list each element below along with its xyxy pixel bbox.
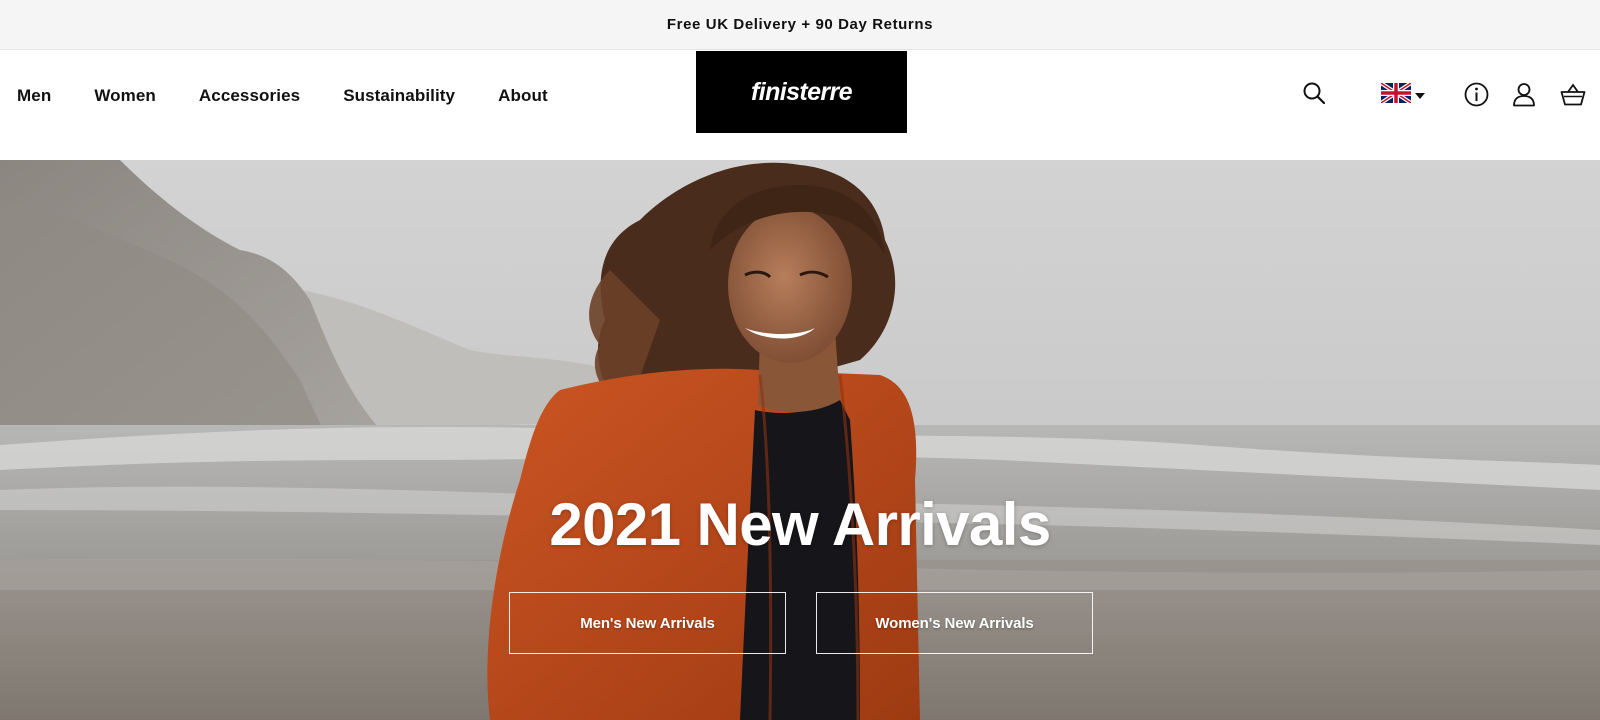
basket-icon[interactable] xyxy=(1560,82,1586,107)
site-header: Men Women Accessories Sustainability Abo… xyxy=(0,50,1600,160)
hero-image xyxy=(0,160,1600,720)
mens-new-arrivals-button[interactable]: Men's New Arrivals xyxy=(509,592,786,654)
search-icon[interactable] xyxy=(1302,81,1326,105)
caret-down-icon xyxy=(1415,87,1425,105)
uk-flag-icon xyxy=(1379,81,1413,108)
womens-new-arrivals-label: Women's New Arrivals xyxy=(875,614,1034,632)
announcement-text: Free UK Delivery + 90 Day Returns xyxy=(666,16,934,33)
account-icon[interactable] xyxy=(1512,82,1536,107)
nav-item-about[interactable]: About xyxy=(498,86,548,106)
logo-text: finisterre xyxy=(751,77,853,106)
womens-new-arrivals-button[interactable]: Women's New Arrivals xyxy=(816,592,1093,654)
country-selector[interactable] xyxy=(1379,81,1425,108)
main-nav: Men Women Accessories Sustainability Abo… xyxy=(17,50,548,142)
hero-title: 2021 New Arrivals xyxy=(549,491,1051,558)
hero-banner: 2021 New Arrivals Men's New Arrivals Wom… xyxy=(0,160,1600,720)
nav-item-accessories[interactable]: Accessories xyxy=(199,86,300,106)
announcement-bar: Free UK Delivery + 90 Day Returns xyxy=(0,0,1600,50)
nav-item-sustainability[interactable]: Sustainability xyxy=(343,86,455,106)
site-logo[interactable]: finisterre xyxy=(696,51,907,133)
nav-item-men[interactable]: Men xyxy=(17,86,51,106)
info-icon[interactable] xyxy=(1464,82,1489,107)
mens-new-arrivals-label: Men's New Arrivals xyxy=(580,614,715,632)
nav-item-women[interactable]: Women xyxy=(94,86,156,106)
